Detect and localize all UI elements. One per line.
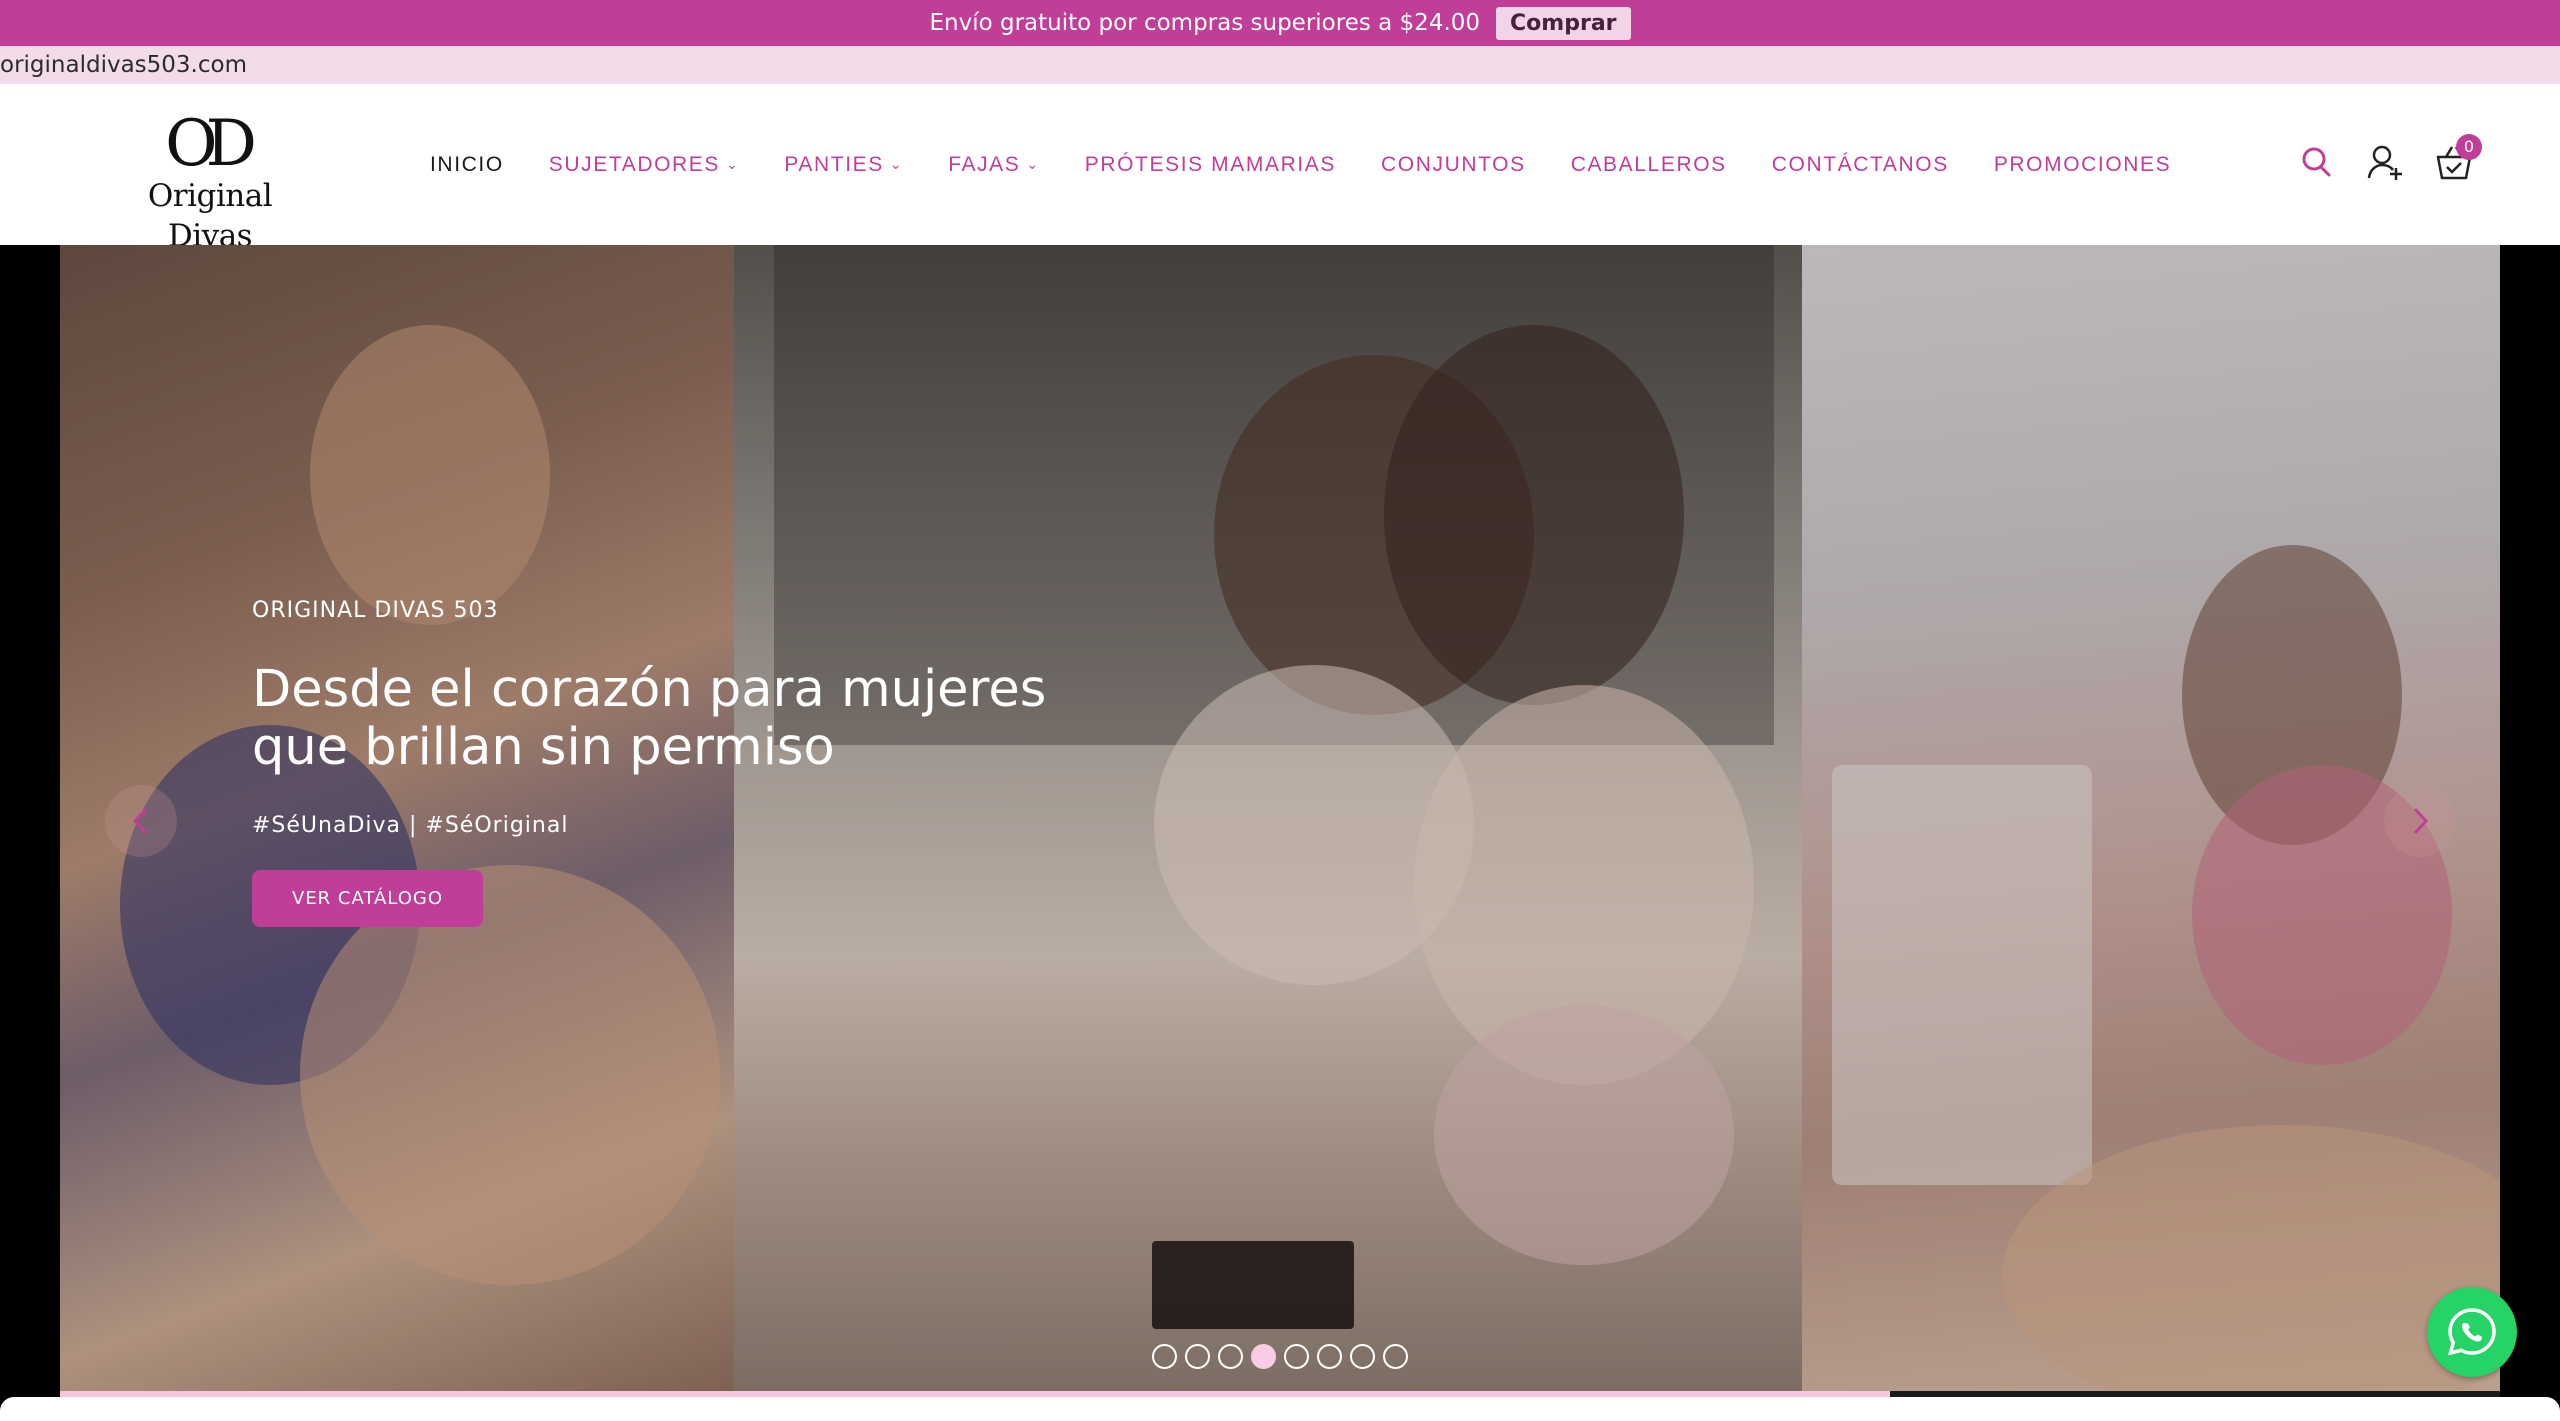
chevron-down-icon: ⌄ — [1026, 156, 1040, 172]
slider-dot[interactable] — [1284, 1344, 1309, 1369]
slider-dot[interactable] — [1152, 1344, 1177, 1369]
view-catalog-button[interactable]: VER CATÁLOGO — [252, 870, 483, 927]
hero-slider: ORIGINAL DIVAS 503 Desde el corazón para… — [0, 245, 2560, 1421]
nav-label: INICIO — [430, 152, 504, 176]
main-nav: INICIO SUJETADORES ⌄ PANTIES ⌄ FAJAS ⌄ PRÓT… — [430, 84, 2216, 245]
slider-dot[interactable] — [1185, 1344, 1210, 1369]
chevron-left-icon — [132, 807, 148, 835]
logo[interactable]: OD Original Divas — [112, 112, 308, 254]
header-actions: 0 — [2298, 134, 2482, 182]
nav-label: CONTÁCTANOS — [1771, 152, 1949, 176]
hero-hashtags: #SéUnaDiva | #SéOriginal — [252, 813, 569, 838]
page-bottom-edge — [0, 1397, 2560, 1421]
nav-item-protesis-mamarias[interactable]: PRÓTESIS MAMARIAS — [1085, 153, 1336, 177]
slider-dot[interactable] — [1317, 1344, 1342, 1369]
nav-label: CONJUNTOS — [1381, 152, 1526, 176]
nav-item-panties[interactable]: PANTIES ⌄ — [784, 153, 903, 177]
account-icon[interactable] — [2366, 142, 2404, 182]
whatsapp-icon — [2448, 1308, 2496, 1356]
hero-kicker: ORIGINAL DIVAS 503 — [252, 598, 499, 623]
cart-icon[interactable]: 0 — [2434, 134, 2482, 182]
search-icon[interactable] — [2298, 142, 2336, 182]
announcement-bar: Envío gratuito por compras superiores a … — [0, 0, 2560, 46]
domain-label: originaldivas503.com — [0, 46, 2560, 84]
whatsapp-button[interactable] — [2427, 1287, 2517, 1377]
nav-label: CABALLEROS — [1570, 152, 1727, 176]
hero-caption: ORIGINAL DIVAS 503 Desde el corazón para… — [252, 598, 1072, 927]
chevron-right-icon — [2413, 807, 2429, 835]
site-header: OD Original Divas INICIO SUJETADORES ⌄ PA… — [0, 84, 2560, 254]
nav-item-promociones[interactable]: PROMOCIONES — [1994, 153, 2171, 177]
nav-item-inicio[interactable]: INICIO — [430, 153, 504, 177]
hero-title: Desde el corazón para mujeres que brilla… — [252, 660, 1047, 777]
nav-label: PANTIES — [784, 152, 884, 176]
nav-item-sujetadores[interactable]: SUJETADORES ⌄ — [549, 153, 740, 177]
nav-label: SUJETADORES — [548, 152, 721, 176]
chevron-down-icon: ⌄ — [726, 156, 740, 172]
chevron-down-icon: ⌄ — [889, 156, 904, 172]
nav-item-contactanos[interactable]: CONTÁCTANOS — [1772, 153, 1949, 177]
prev-slide-button[interactable] — [105, 785, 177, 857]
video-thumbnail — [1152, 1241, 1354, 1329]
cart-count-badge: 0 — [2456, 134, 2482, 160]
slider-dot[interactable] — [1218, 1344, 1243, 1369]
nav-label: FAJAS — [948, 152, 1021, 176]
announcement-text: Envío gratuito por compras superiores a … — [929, 10, 1481, 36]
nav-item-conjuntos[interactable]: CONJUNTOS — [1381, 153, 1526, 177]
slider-dots — [1152, 1344, 1408, 1369]
logo-name: Original Divas — [147, 178, 273, 254]
nav-label: PROMOCIONES — [1993, 152, 2172, 176]
slider-dot[interactable] — [1383, 1344, 1408, 1369]
shop-button[interactable]: Comprar — [1496, 6, 1631, 40]
nav-item-fajas[interactable]: FAJAS ⌄ — [948, 153, 1040, 177]
slider-dot[interactable] — [1350, 1344, 1375, 1369]
nav-label: PRÓTESIS MAMARIAS — [1084, 152, 1336, 176]
slider-dot[interactable] — [1251, 1344, 1276, 1369]
logo-monogram: OD — [165, 107, 257, 181]
next-slide-button[interactable] — [2384, 785, 2456, 857]
nav-item-caballeros[interactable]: CABALLEROS — [1571, 153, 1727, 177]
